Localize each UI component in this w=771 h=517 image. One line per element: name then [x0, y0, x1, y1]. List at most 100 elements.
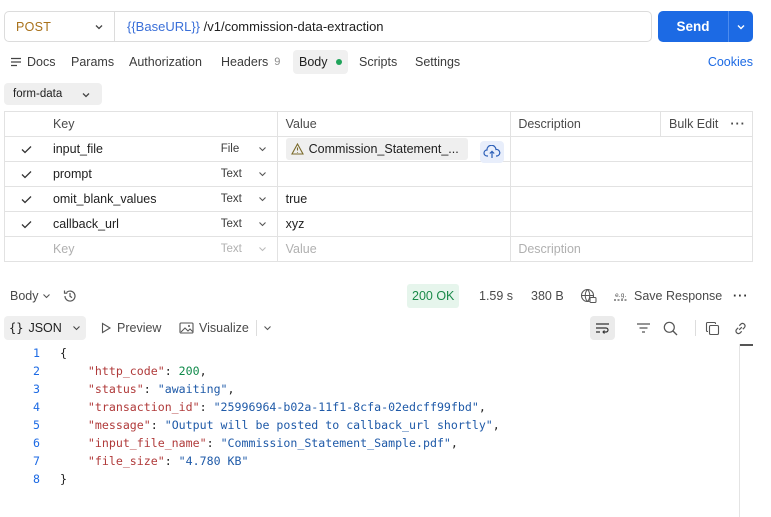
- line-number: 4: [33, 400, 40, 414]
- json-value: "25996964-b02a-11f1-8cfa-02edcff99fbd": [213, 400, 479, 414]
- filter-icon[interactable]: [636, 316, 651, 340]
- type-label: Text: [220, 243, 242, 255]
- json-value: "Commission_Statement_Sample.pdf": [220, 436, 451, 450]
- cookies-link[interactable]: Cookies: [708, 55, 753, 69]
- cloud-upload-icon: [483, 145, 501, 158]
- response-bar: Body 200 OK 1.59 s 380 B e.g. Save Respo…: [0, 284, 771, 308]
- row-checkbox[interactable]: [5, 187, 48, 211]
- tab-headers[interactable]: Headers 9: [221, 50, 280, 74]
- url-path: /v1/commission-data-extraction: [200, 19, 384, 34]
- key-input[interactable]: omit_blank_values: [48, 187, 211, 211]
- line-content: }: [60, 472, 67, 486]
- line-content: {: [60, 346, 67, 360]
- tab-params[interactable]: Params: [71, 50, 114, 74]
- new-type-select[interactable]: Text: [211, 237, 278, 261]
- response-body-label: Body: [10, 289, 39, 303]
- description-input[interactable]: [511, 137, 753, 161]
- body-mode-label: form-data: [13, 88, 63, 100]
- upload-button[interactable]: [479, 141, 504, 163]
- wrap-lines-icon[interactable]: [590, 316, 615, 340]
- visualize-button[interactable]: Visualize: [179, 316, 249, 340]
- network-globe-icon[interactable]: [580, 284, 597, 308]
- body-mode-select[interactable]: form-data: [4, 83, 102, 105]
- row-checkbox[interactable]: [5, 212, 48, 236]
- chevron-down-icon: [258, 146, 267, 153]
- row-checkbox[interactable]: [5, 162, 48, 186]
- tab-settings[interactable]: Settings: [415, 50, 460, 74]
- headers-count: 9: [274, 56, 281, 68]
- format-select[interactable]: {} JSON: [4, 316, 86, 340]
- value-input[interactable]: true: [278, 187, 512, 211]
- row-checkbox-empty: [5, 237, 48, 261]
- row-checkbox[interactable]: [5, 137, 48, 161]
- code-line: 5 "message": "Output will be posted to c…: [0, 416, 740, 434]
- table-row: input_file File Commission_Statement_...: [5, 137, 753, 163]
- chevron-down-icon: [258, 246, 267, 253]
- response-toolbar: {} JSON Preview Visualize: [0, 316, 771, 340]
- response-time[interactable]: 1.59 s: [479, 284, 513, 308]
- new-description-input[interactable]: Description: [511, 237, 753, 261]
- method-select[interactable]: POST: [5, 12, 115, 41]
- status-badge[interactable]: 200 OK: [407, 284, 460, 308]
- line-content: "http_code": 200,: [87, 364, 207, 378]
- check-icon: [21, 195, 32, 203]
- url-input[interactable]: {{BaseURL}} /v1/commission-data-extracti…: [115, 19, 384, 34]
- chevron-down-icon: [72, 325, 80, 330]
- scrollbar-thumb[interactable]: [740, 344, 753, 346]
- more-options-icon[interactable]: ···: [733, 284, 749, 308]
- type-label: Text: [220, 168, 242, 180]
- type-select[interactable]: Text: [211, 212, 278, 236]
- request-tabs: Docs Params Authorization Headers 9 Body…: [0, 50, 771, 76]
- type-select[interactable]: Text: [211, 187, 278, 211]
- new-value-input[interactable]: Value: [278, 237, 512, 261]
- response-size[interactable]: 380 B: [531, 284, 564, 308]
- body-active-dot: [335, 59, 342, 65]
- description-input[interactable]: [511, 187, 753, 211]
- key-input[interactable]: prompt: [48, 162, 211, 186]
- key-input[interactable]: callback_url: [48, 212, 211, 236]
- type-label: Text: [220, 193, 242, 205]
- response-body-select[interactable]: Body: [10, 284, 51, 308]
- new-key-input[interactable]: Key: [48, 237, 211, 261]
- search-icon[interactable]: [663, 316, 678, 340]
- code-line: 1{: [0, 344, 740, 362]
- toolbar-divider: [695, 316, 696, 340]
- line-number: 8: [33, 472, 40, 486]
- response-code-view[interactable]: 1{2 "http_code": 200, 3 "status": "awaiti…: [0, 344, 740, 488]
- description-input[interactable]: [511, 162, 753, 186]
- code-scrollbar[interactable]: [739, 344, 753, 517]
- preview-button[interactable]: Preview: [100, 316, 161, 340]
- json-braces-icon: {}: [9, 321, 24, 335]
- save-response-button[interactable]: e.g. Save Response: [613, 284, 722, 308]
- visualize-options-chevron-icon[interactable]: [263, 316, 272, 340]
- check-icon: [21, 170, 32, 178]
- value-cell: Commission_Statement_...: [278, 137, 512, 163]
- json-value: "4.780 KB": [178, 454, 249, 468]
- preview-label: Preview: [117, 321, 162, 335]
- send-options-chevron-icon[interactable]: [729, 22, 753, 32]
- tab-docs[interactable]: Docs: [10, 50, 55, 74]
- copy-icon[interactable]: [705, 316, 720, 340]
- file-chip[interactable]: Commission_Statement_...: [285, 138, 468, 160]
- json-value: 200: [178, 364, 200, 378]
- type-select[interactable]: Text: [211, 162, 278, 186]
- send-button[interactable]: Send: [658, 11, 753, 42]
- key-input[interactable]: input_file: [48, 137, 211, 161]
- link-icon[interactable]: [733, 316, 748, 340]
- history-icon[interactable]: [62, 284, 78, 308]
- more-options-icon[interactable]: ···: [730, 117, 746, 131]
- code-line: 2 "http_code": 200,: [0, 362, 740, 380]
- header-value: Value: [278, 112, 512, 136]
- tab-authorization[interactable]: Authorization: [129, 50, 202, 74]
- save-response-label: Save Response: [634, 289, 723, 303]
- tab-scripts[interactable]: Scripts: [359, 50, 397, 74]
- table-row: omit_blank_values Text true: [5, 187, 753, 212]
- value-input[interactable]: xyz: [278, 212, 512, 236]
- description-input[interactable]: [511, 212, 753, 236]
- value-input[interactable]: [278, 162, 512, 186]
- chevron-down-icon: [94, 22, 104, 32]
- type-select[interactable]: File: [211, 137, 278, 161]
- json-value: "awaiting": [157, 382, 228, 396]
- bulk-edit-button[interactable]: Bulk Edit ···: [660, 112, 752, 136]
- tab-body[interactable]: Body: [293, 50, 348, 74]
